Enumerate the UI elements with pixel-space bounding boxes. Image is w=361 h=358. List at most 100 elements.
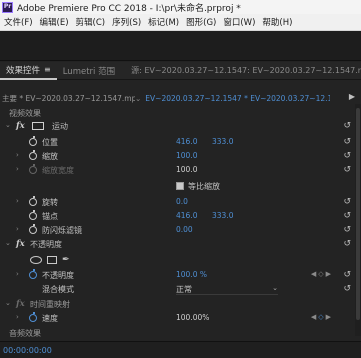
effect-time-remap-label: 时间重映射 xyxy=(30,300,70,309)
property-opacity: › 不透明度 100.0 % ◀◇▶ ↺ xyxy=(0,269,355,282)
pen-mask-icon[interactable]: ✒ xyxy=(62,255,70,265)
transform-box-icon[interactable] xyxy=(32,122,44,130)
position-x-value[interactable]: 416.0 xyxy=(176,137,197,146)
expand-arrow-icon[interactable]: › xyxy=(16,197,19,205)
source-label: 源: EV~2020.03.27~12.1547: EV~2020.03.27~… xyxy=(131,66,361,75)
position-y-value[interactable]: 333.0 xyxy=(212,137,233,146)
sequence-clip-dropdown[interactable]: ⌄ EV~2020.03.27~12.1547 * EV~2020.03.27~… xyxy=(135,94,330,103)
mask-tools: ✒ xyxy=(30,255,70,265)
uniform-scale-label: 等比缩放 xyxy=(188,182,220,191)
video-effects-header: 视频效果 xyxy=(9,109,41,118)
window-title: Adobe Premiere Pro CC 2018 - I:\pr\未命名.p… xyxy=(17,3,241,14)
keyframe-navigator: ◀◇▶ xyxy=(311,270,333,278)
stopwatch-icon[interactable] xyxy=(29,136,37,146)
menu-clip[interactable]: 剪辑(C) xyxy=(76,16,106,28)
anchor-y-value[interactable]: 333.0 xyxy=(212,211,233,220)
menubar: 文件(F) 编辑(E) 剪辑(C) 序列(S) 标记(M) 图形(G) 窗口(W… xyxy=(0,14,361,31)
stopwatch-icon[interactable] xyxy=(29,164,37,174)
rotation-value[interactable]: 0.0 xyxy=(176,197,188,206)
anti-flicker-value[interactable]: 0.00 xyxy=(176,225,193,234)
effect-opacity-label: 不透明度 xyxy=(30,240,62,249)
anchor-x-value[interactable]: 416.0 xyxy=(176,211,197,220)
workspace-toolbar xyxy=(0,31,361,61)
reset-icon[interactable]: ↺ xyxy=(343,165,351,175)
stopwatch-icon[interactable] xyxy=(29,224,37,234)
reset-icon[interactable]: ↺ xyxy=(343,211,351,221)
menu-help[interactable]: 帮助(H) xyxy=(262,16,292,28)
menu-file[interactable]: 文件(F) xyxy=(4,16,33,28)
effect-motion-label: 运动 xyxy=(52,122,68,131)
uniform-scale-checkbox[interactable] xyxy=(176,182,184,190)
reset-icon[interactable]: ↺ xyxy=(343,137,351,147)
collapse-arrow-icon[interactable]: ⌄ xyxy=(5,239,11,247)
tab-lumetri-scopes[interactable]: Lumetri 范围 xyxy=(57,62,121,80)
property-label: 不透明度 xyxy=(42,271,74,280)
collapse-arrow-icon[interactable]: ⌄ xyxy=(5,299,11,307)
menu-window[interactable]: 窗口(W) xyxy=(223,16,255,28)
premiere-app-icon: Pr xyxy=(2,1,13,13)
scale-value[interactable]: 100.0 xyxy=(176,151,197,160)
property-label: 防闪烁滤镜 xyxy=(42,226,82,235)
reset-icon[interactable]: ↺ xyxy=(343,284,351,294)
stopwatch-icon[interactable] xyxy=(29,312,37,322)
reset-icon[interactable]: ↺ xyxy=(343,121,351,131)
blend-mode-dropdown[interactable]: 正常 ⌄ xyxy=(176,284,278,295)
next-keyframe-icon[interactable]: ▶ xyxy=(326,313,333,321)
expand-arrow-icon[interactable]: › xyxy=(16,225,19,233)
stopwatch-icon[interactable] xyxy=(29,150,37,160)
chevron-down-icon: ⌄ xyxy=(135,93,142,103)
rectangle-mask-icon[interactable] xyxy=(47,256,57,264)
collapse-arrow-icon[interactable]: ⌄ xyxy=(5,121,11,129)
reset-icon[interactable]: ↺ xyxy=(343,270,351,280)
property-label: 缩放 xyxy=(42,152,58,161)
fx-badge-icon[interactable]: fx xyxy=(16,239,25,249)
stopwatch-icon[interactable] xyxy=(29,269,37,279)
play-icon[interactable]: ▶ xyxy=(349,92,355,101)
property-anti-flicker: › 防闪烁滤镜 0.00 ↺ xyxy=(0,224,355,237)
expand-arrow-icon[interactable]: › xyxy=(16,151,19,159)
panel-menu-icon[interactable]: ≡ xyxy=(44,65,51,74)
ellipse-mask-icon[interactable] xyxy=(30,256,42,264)
tab-effect-controls[interactable]: 效果控件 ≡ xyxy=(0,62,57,80)
effect-opacity-row[interactable]: ⌄ fx 不透明度 ↺ xyxy=(0,239,355,251)
expand-arrow-icon[interactable]: › xyxy=(16,270,19,278)
menu-sequence[interactable]: 序列(S) xyxy=(112,16,141,28)
effect-motion-row[interactable]: ⌄ fx 运动 ↺ xyxy=(0,121,355,133)
panel-header: 效果控件 ≡ Lumetri 范围 源: EV~2020.03.27~12.15… xyxy=(0,62,361,80)
speed-value[interactable]: 100.00% xyxy=(176,313,209,322)
blend-mode-value: 正常 xyxy=(176,285,192,294)
stopwatch-icon[interactable] xyxy=(29,210,37,220)
reset-icon[interactable]: ↺ xyxy=(343,225,351,235)
property-label: 锚点 xyxy=(42,212,58,221)
stopwatch-icon[interactable] xyxy=(29,196,37,206)
property-rotation: › 旋转 0.0 ↺ xyxy=(0,196,355,209)
effect-time-remap-row[interactable]: ⌄ fx 时间重映射 xyxy=(0,299,355,311)
fx-badge-icon[interactable]: fx xyxy=(16,121,25,131)
reset-icon[interactable]: ↺ xyxy=(343,239,351,249)
timecode-bar: 00:00:00:00 xyxy=(0,341,361,358)
reset-icon[interactable]: ↺ xyxy=(343,151,351,161)
scale-width-value[interactable]: 100.0 xyxy=(176,165,197,174)
next-keyframe-icon[interactable]: ▶ xyxy=(326,270,333,278)
expand-arrow-icon[interactable]: › xyxy=(16,165,19,173)
menu-graphics[interactable]: 图形(G) xyxy=(186,16,216,28)
property-scale: › 缩放 100.0 ↺ xyxy=(0,150,355,163)
fx-badge-icon[interactable]: fx xyxy=(16,299,25,309)
reset-icon[interactable]: ↺ xyxy=(343,197,351,207)
property-anchor-point: 锚点 416.0 333.0 ↺ xyxy=(0,210,355,223)
property-label: 速度 xyxy=(42,314,58,323)
menu-edit[interactable]: 编辑(E) xyxy=(40,16,69,28)
audio-effects-header: 音频效果 xyxy=(9,329,41,338)
timecode-display[interactable]: 00:00:00:00 xyxy=(3,346,52,355)
add-keyframe-icon[interactable]: ◇ xyxy=(318,313,325,321)
property-speed: › 速度 100.00% ◀◇▶ xyxy=(0,312,355,325)
opacity-value[interactable]: 100.0 % xyxy=(176,270,207,279)
property-label: 缩放宽度 xyxy=(42,166,74,175)
master-clip-label[interactable]: 主要 * EV~2020.03.27~12.1547.mp4 xyxy=(2,93,135,104)
property-scale-width: › 缩放宽度 100.0 ↺ xyxy=(0,164,355,177)
property-label: 混合模式 xyxy=(42,285,74,294)
menu-markers[interactable]: 标记(M) xyxy=(148,16,179,28)
scrollbar-thumb[interactable] xyxy=(356,108,360,320)
add-keyframe-icon[interactable]: ◇ xyxy=(318,270,325,278)
expand-arrow-icon[interactable]: › xyxy=(16,313,19,321)
